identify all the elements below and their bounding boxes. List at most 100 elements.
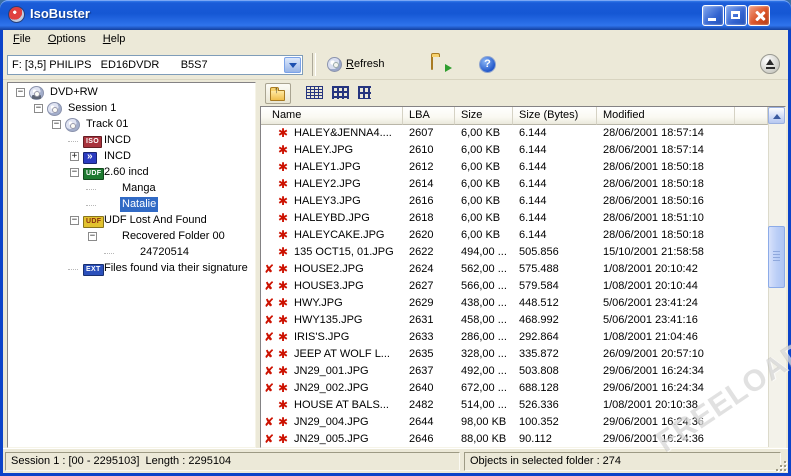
- file-row-jeep-at-wolf-l[interactable]: ✘✱JEEP AT WOLF L...2635328,00 ...335.872…: [261, 346, 768, 363]
- cell-size: 88,00 KB: [455, 431, 513, 448]
- cell-modified: 29/06/2001 16:24:34: [597, 380, 735, 397]
- collapse-toggle-icon[interactable]: −: [16, 88, 25, 97]
- tree-item-udf-lost-and-found[interactable]: −UDFUDF Lost And Found: [8, 213, 255, 229]
- menu-file[interactable]: File: [6, 33, 38, 45]
- window-title: IsoBuster: [30, 6, 90, 21]
- file-name: HALEY3.JPG: [294, 193, 361, 210]
- titlebar[interactable]: IsoBuster: [0, 0, 791, 30]
- file-row-hwy-jpg[interactable]: ✘✱HWY.JPG2629438,00 ...448.5125/06/2001 …: [261, 295, 768, 312]
- file-list: NameLBASizeSize (Bytes)Modified ✱HALEY&J…: [260, 106, 786, 448]
- chevron-down-icon[interactable]: [284, 57, 301, 73]
- file-row-jn29-002-jpg[interactable]: ✘✱JN29_002.JPG2640672,00 ...688.12829/06…: [261, 380, 768, 397]
- collapse-toggle-icon[interactable]: −: [70, 216, 79, 225]
- column-header-filler[interactable]: [735, 107, 768, 125]
- tree-guide-line: [68, 141, 78, 142]
- file-row-haley3-jpg[interactable]: ✱HALEY3.JPG26166,00 KB6.14428/06/2001 18…: [261, 193, 768, 210]
- deleted-cross-icon: ✘: [264, 278, 277, 295]
- cell-modified: 15/10/2001 21:58:58: [597, 244, 735, 261]
- cell-lba: 2635: [403, 346, 455, 363]
- extract-button[interactable]: [427, 52, 453, 76]
- file-row-hwy135-jpg[interactable]: ✘✱HWY135.JPG2631458,00 ...468.9925/06/20…: [261, 312, 768, 329]
- file-row-haleycake-jpg[interactable]: ✱HALEYCAKE.JPG26206,00 KB6.14428/06/2001…: [261, 227, 768, 244]
- view-list-icon[interactable]: [358, 86, 371, 99]
- folder-icon: [101, 182, 119, 196]
- collapse-toggle-icon[interactable]: −: [34, 104, 43, 113]
- file-row-135-oct15-01-jpg[interactable]: ✱135 OCT15, 01.JPG2622494,00 ...505.8561…: [261, 244, 768, 261]
- cell-lba: 2624: [403, 261, 455, 278]
- cell-name: ✘✱HWY135.JPG: [261, 312, 403, 329]
- file-splat-icon: ✱: [278, 329, 292, 346]
- menu-options[interactable]: Options: [41, 33, 93, 45]
- cell-modified: 1/08/2001 20:10:44: [597, 278, 735, 295]
- cell-name: ✱HALEY3.JPG: [261, 193, 403, 210]
- drive-combobox[interactable]: F: [3,5] PHILIPS ED16DVDR B5S7: [7, 55, 303, 75]
- eject-button[interactable]: [760, 54, 780, 74]
- file-row-jn29-001-jpg[interactable]: ✘✱JN29_001.JPG2637492,00 ...503.80829/06…: [261, 363, 768, 380]
- file-name: JN29_005.JPG: [294, 431, 369, 448]
- cell-size: 514,00 ...: [455, 397, 513, 414]
- file-row-haley2-jpg[interactable]: ✱HALEY2.JPG26146,00 KB6.14428/06/2001 18…: [261, 176, 768, 193]
- file-name: HALEY2.JPG: [294, 176, 361, 193]
- tree-item-track-01[interactable]: −Track 01: [8, 117, 255, 133]
- resize-grip[interactable]: [774, 459, 786, 471]
- cell-bytes: 6.144: [513, 210, 597, 227]
- collapse-toggle-icon[interactable]: −: [52, 120, 61, 129]
- tree-item-label: 2.60 incd: [102, 165, 151, 180]
- cell-modified: 28/06/2001 18:50:18: [597, 176, 735, 193]
- file-row-haley-jenna4[interactable]: ✱HALEY&JENNA4....26076,00 KB6.14428/06/2…: [261, 125, 768, 142]
- tree-item-recovered-folder-00[interactable]: −Recovered Folder 00: [8, 229, 255, 245]
- cell-bytes: 6.144: [513, 142, 597, 159]
- tree-item-natalie[interactable]: Natalie: [8, 197, 255, 213]
- chev-badge-icon: »: [83, 150, 101, 164]
- file-row-jn29-005-jpg[interactable]: ✘✱JN29_005.JPG264688,00 KB90.11229/06/20…: [261, 431, 768, 448]
- file-row-haley1-jpg[interactable]: ✱HALEY1.JPG26126,00 KB6.14428/06/2001 18…: [261, 159, 768, 176]
- tree-item-session-1[interactable]: −Session 1: [8, 101, 255, 117]
- toolbar-separator: [312, 53, 316, 76]
- file-splat-icon: ✱: [278, 312, 292, 329]
- folder-up-button[interactable]: ↑: [265, 83, 291, 104]
- tree-item-label: INCD: [102, 133, 133, 148]
- tree-item-incd[interactable]: ISOINCD: [8, 133, 255, 149]
- column-header-modified[interactable]: Modified: [597, 107, 735, 125]
- tree-item-24720514[interactable]: 24720514: [8, 245, 255, 261]
- file-row-haley-jpg[interactable]: ✱HALEY.JPG26106,00 KB6.14428/06/2001 18:…: [261, 142, 768, 159]
- tree-item-dvd-rw[interactable]: −DVD+RW: [8, 85, 255, 101]
- file-name: HOUSE3.JPG: [294, 278, 364, 295]
- file-row-house3-jpg[interactable]: ✘✱HOUSE3.JPG2627566,00 ...579.5841/08/20…: [261, 278, 768, 295]
- collapse-toggle-icon[interactable]: −: [70, 168, 79, 177]
- tree-item-2-60-incd[interactable]: −UDF2.60 incd: [8, 165, 255, 181]
- close-button[interactable]: [748, 5, 770, 26]
- file-row-iris-s-jpg[interactable]: ✘✱IRIS'S.JPG2633286,00 ...292.8641/08/20…: [261, 329, 768, 346]
- vertical-scrollbar[interactable]: [768, 107, 785, 447]
- view-details-icon[interactable]: [306, 86, 323, 99]
- scroll-up-button[interactable]: [768, 107, 785, 124]
- ext-badge-icon: EXT: [83, 262, 101, 276]
- help-button[interactable]: ?: [475, 52, 500, 76]
- collapse-toggle-icon[interactable]: −: [88, 232, 97, 241]
- drive-combobox-value: F: [3,5] PHILIPS ED16DVDR B5S7: [12, 59, 208, 71]
- file-row-jn29-004-jpg[interactable]: ✘✱JN29_004.JPG264498,00 KB100.35229/06/2…: [261, 414, 768, 431]
- tree-item-incd[interactable]: +»INCD: [8, 149, 255, 165]
- file-row-house-at-bals[interactable]: ✱HOUSE AT BALS...2482514,00 ...526.3361/…: [261, 397, 768, 414]
- menu-help[interactable]: Help: [96, 33, 133, 45]
- cell-lba: 2644: [403, 414, 455, 431]
- file-row-haleybd-jpg[interactable]: ✱HALEYBD.JPG26186,00 KB6.14428/06/2001 1…: [261, 210, 768, 227]
- refresh-button[interactable]: Refresh: [323, 52, 389, 76]
- maximize-button[interactable]: [725, 5, 747, 26]
- column-header-size[interactable]: Size: [455, 107, 513, 125]
- column-header-lba[interactable]: LBA: [403, 107, 455, 125]
- minimize-button[interactable]: [702, 5, 724, 26]
- tree-item-manga[interactable]: Manga: [8, 181, 255, 197]
- view-icons-icon[interactable]: [332, 86, 349, 99]
- file-row-house2-jpg[interactable]: ✘✱HOUSE2.JPG2624562,00 ...575.4881/08/20…: [261, 261, 768, 278]
- tree-item-files-found-via-their-signature[interactable]: EXTFiles found via their signature: [8, 261, 255, 277]
- cell-bytes: 292.864: [513, 329, 597, 346]
- tree-guide-line: [104, 253, 114, 254]
- column-header-size-bytes[interactable]: Size (Bytes): [513, 107, 597, 125]
- isobuster-window: IsoBuster File Options Help F: [3,5] PHI…: [0, 0, 791, 476]
- expand-toggle-icon[interactable]: +: [70, 152, 79, 161]
- scroll-thumb[interactable]: [768, 226, 785, 288]
- cell-name: ✘✱HOUSE2.JPG: [261, 261, 403, 278]
- column-header-name[interactable]: Name: [261, 107, 403, 125]
- cell-size: 6,00 KB: [455, 159, 513, 176]
